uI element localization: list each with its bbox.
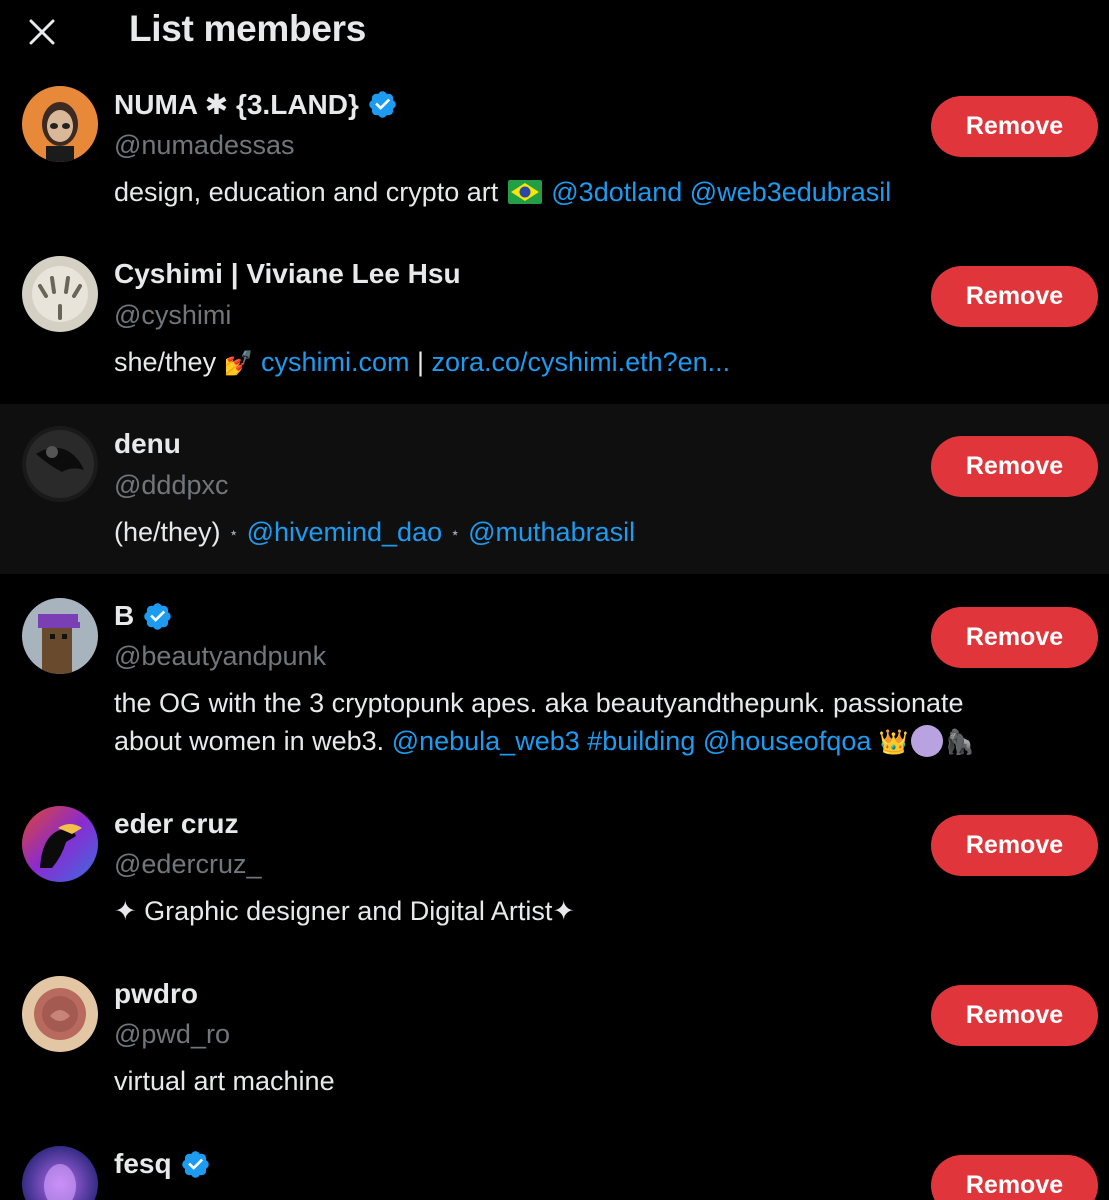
- bio-link[interactable]: @muthabrasil: [468, 517, 635, 547]
- close-button[interactable]: [22, 12, 62, 52]
- close-icon: [29, 19, 55, 45]
- member-bio: ✦ Graphic designer and Digital Artist✦: [114, 896, 575, 926]
- remove-button[interactable]: Remove: [931, 985, 1098, 1046]
- member-row[interactable]: B @beautyandpunk the OG with the 3 crypt…: [0, 574, 1109, 782]
- member-bio: design, education and crypto art @3dotla…: [114, 177, 892, 207]
- member-handle[interactable]: @beautyandpunk: [114, 641, 326, 672]
- bio-link[interactable]: @hivemind_dao: [247, 517, 443, 547]
- member-name-row[interactable]: fesq: [114, 1148, 211, 1180]
- gorilla-emoji: 🦍: [944, 728, 975, 756]
- bio-links[interactable]: @3dotland @web3edubrasil: [544, 177, 891, 207]
- avatar[interactable]: [22, 256, 98, 332]
- verified-badge-icon: [144, 602, 171, 630]
- list-members-header: List members: [0, 0, 1109, 70]
- remove-button[interactable]: Remove: [931, 266, 1098, 327]
- remove-button[interactable]: Remove: [931, 1155, 1098, 1200]
- member-name[interactable]: Cyshimi | Viviane Lee Hsu: [114, 258, 461, 290]
- member-row[interactable]: denu @dddpxc (he/they) ⋆ @hivemind_dao ⋆ @mu…: [0, 404, 1109, 574]
- avatar[interactable]: [22, 598, 98, 674]
- member-name-row[interactable]: NUMA ✱ {3.LAND}: [114, 88, 398, 121]
- member-row[interactable]: eder cruz @edercruz_ ✦ Graphic designer …: [0, 782, 1109, 952]
- remove-button[interactable]: Remove: [931, 815, 1098, 876]
- member-name[interactable]: eder cruz: [114, 808, 239, 840]
- page-title: List members: [129, 8, 366, 49]
- member-name-row[interactable]: B: [114, 600, 173, 632]
- member-name-row[interactable]: pwdro: [114, 978, 198, 1010]
- avatar[interactable]: [22, 976, 98, 1052]
- member-name[interactable]: fesq: [114, 1148, 172, 1180]
- avatar[interactable]: [22, 806, 98, 882]
- member-bio: she/they 💅 cyshimi.com | zora.co/cyshimi…: [114, 347, 731, 377]
- member-handle[interactable]: @dddpxc: [114, 470, 228, 501]
- member-bio: (he/they) ⋆ @hivemind_dao ⋆ @muthabrasil: [114, 517, 636, 547]
- member-name[interactable]: denu: [114, 428, 181, 460]
- remove-button[interactable]: Remove: [931, 96, 1098, 157]
- avatar[interactable]: [22, 1146, 98, 1200]
- member-handle[interactable]: @numadessas: [114, 130, 295, 161]
- member-handle[interactable]: @cyshimi: [114, 300, 231, 331]
- member-bio: virtual art machine: [114, 1066, 335, 1096]
- remove-button[interactable]: Remove: [931, 436, 1098, 497]
- member-row[interactable]: Cyshimi | Viviane Lee Hsu @cyshimi she/t…: [0, 240, 1109, 404]
- member-row[interactable]: fesq Remove: [0, 1122, 1109, 1200]
- purple-circle-icon: [910, 725, 943, 757]
- member-bio: the OG with the 3 cryptopunk apes. aka b…: [114, 688, 975, 757]
- bio-link[interactable]: cyshimi.com: [253, 347, 410, 377]
- member-name-row[interactable]: denu: [114, 428, 181, 460]
- member-row[interactable]: pwdro @pwd_ro virtual art machine Remove: [0, 952, 1109, 1122]
- nail-polish-emoji: 💅: [223, 349, 254, 377]
- member-name-row[interactable]: Cyshimi | Viviane Lee Hsu: [114, 258, 461, 290]
- member-row[interactable]: NUMA ✱ {3.LAND} @numadessas design, educ…: [0, 70, 1109, 240]
- bio-link[interactable]: zora.co/cyshimi.eth?en...: [432, 347, 731, 377]
- member-handle[interactable]: @edercruz_: [114, 849, 261, 880]
- verified-badge-icon: [369, 91, 396, 118]
- member-name[interactable]: B: [114, 600, 134, 632]
- crown-emoji: 👑: [878, 728, 909, 756]
- member-name[interactable]: pwdro: [114, 978, 198, 1010]
- avatar[interactable]: [22, 86, 98, 162]
- member-name-row[interactable]: eder cruz: [114, 808, 239, 840]
- member-handle[interactable]: @pwd_ro: [114, 1019, 230, 1050]
- verified-badge-icon: [181, 1150, 209, 1178]
- bio-links[interactable]: @nebula_web3 #building @houseofqoa: [392, 726, 872, 756]
- member-name[interactable]: NUMA ✱ {3.LAND}: [114, 88, 359, 121]
- avatar[interactable]: [22, 426, 98, 502]
- remove-button[interactable]: Remove: [931, 607, 1098, 668]
- brazil-flag-icon: [507, 180, 542, 204]
